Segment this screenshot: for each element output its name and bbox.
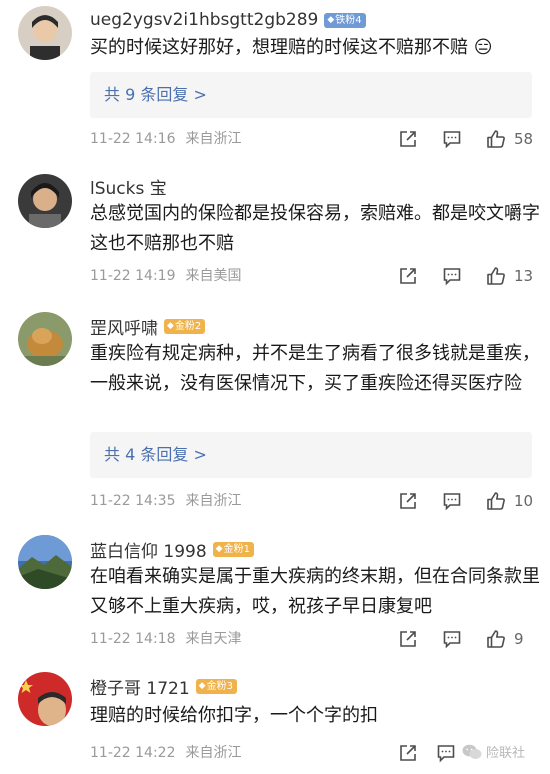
username[interactable]: lSucks 宝	[90, 174, 167, 199]
comment-time: 11-22 14:35	[90, 493, 176, 509]
comment-icon	[437, 745, 455, 763]
comment-location: 来自浙江	[185, 131, 242, 147]
like-button[interactable]: 58	[486, 128, 533, 150]
fan-badge: ◆ 铁粉4	[324, 12, 366, 28]
view-replies-link[interactable]: 共 4 条回复 >	[90, 432, 532, 478]
comment-button[interactable]	[442, 628, 462, 650]
comment-meta: 11-22 14:18 来自天津	[90, 628, 251, 650]
comment-header: lSucks 宝	[90, 173, 167, 199]
avatar[interactable]	[18, 672, 72, 726]
comment-location: 来自浙江	[185, 493, 242, 509]
fan-badge-label: 铁粉4	[335, 14, 362, 26]
view-replies-link[interactable]: 共 9 条回复 >	[90, 72, 532, 118]
thumbs-up-icon	[487, 130, 505, 148]
comment-location: 来自天津	[185, 631, 242, 647]
username[interactable]: 橙子哥 1721	[90, 674, 190, 699]
username[interactable]: 蓝白信仰 1998	[90, 537, 207, 562]
comment-icon	[443, 131, 461, 149]
comment-location: 来自美国	[185, 268, 242, 284]
share-icon	[400, 131, 416, 147]
comment-text: 理赔的时候给你扣字，一个个字的扣	[90, 705, 378, 726]
share-button[interactable]	[398, 265, 418, 287]
comment-meta: 11-22 14:22 来自浙江	[90, 742, 251, 764]
diamond-icon: ◆	[215, 543, 223, 554]
watermark-text: 险联社	[486, 746, 526, 761]
comment-button[interactable]	[442, 490, 462, 512]
comment-icon	[443, 493, 461, 511]
like-count: 58	[514, 130, 534, 148]
fan-badge-label: 金粉3	[206, 680, 233, 692]
thumbs-up-icon	[487, 630, 505, 648]
comment-time: 11-22 14:18	[90, 631, 176, 647]
avatar[interactable]	[18, 6, 72, 60]
share-button[interactable]	[398, 628, 418, 650]
comment-header: ueg2ygsv2i1hbsgtt2gb289 ◆ 铁粉4	[90, 7, 366, 33]
comment-meta: 11-22 14:19 来自美国	[90, 265, 251, 287]
thumbs-up-icon	[487, 267, 505, 285]
fan-badge: ◆ 金粉1	[212, 541, 254, 557]
share-icon	[400, 268, 416, 284]
like-button[interactable]: 13	[486, 265, 533, 287]
share-icon	[400, 493, 416, 509]
like-button[interactable]: 10	[486, 490, 533, 512]
comment-text: 买的时候这好那好，想理赔的时候这不赔那不赔 😑	[90, 37, 493, 58]
like-button[interactable]: 9	[486, 628, 524, 650]
comment-time: 11-22 14:16	[90, 131, 176, 147]
comment-text: 重疾险有规定病种，并不是生了病看了很多钱就是重疾，一般来说，没有医保情况下，买了…	[90, 343, 540, 394]
avatar[interactable]	[18, 174, 72, 228]
comment-header: 罡风呼啸 ◆ 金粉2	[90, 313, 206, 339]
comment-text: 在咱看来确实是属于重大疾病的终末期，但在合同条款里又够不上重大疾病，哎，祝孩子早…	[90, 566, 540, 617]
comment-meta: 11-22 14:35 来自浙江	[90, 490, 251, 512]
like-count: 9	[514, 630, 524, 648]
comment-location: 来自浙江	[185, 745, 242, 761]
diamond-icon: ◆	[167, 320, 174, 331]
share-button[interactable]	[398, 128, 418, 150]
like-count: 10	[514, 492, 534, 510]
comment-time: 11-22 14:19	[90, 268, 176, 284]
diamond-icon: ◆	[327, 14, 335, 25]
fan-badge: ◆ 金粉2	[164, 318, 206, 334]
comment-icon	[443, 268, 461, 286]
share-button[interactable]	[398, 490, 418, 512]
username[interactable]: ueg2ygsv2i1hbsgtt2gb289	[90, 10, 318, 30]
share-icon	[400, 745, 416, 761]
comment-text: 总感觉国内的保险都是投保容易，索赔难。都是咬文嚼字这也不赔那也不赔	[90, 203, 540, 254]
username[interactable]: 罡风呼啸	[90, 314, 158, 339]
like-count: 13	[514, 267, 534, 285]
comment-icon	[443, 631, 461, 649]
share-icon	[400, 631, 416, 647]
comment-button[interactable]	[442, 265, 462, 287]
comment-button[interactable]	[436, 742, 456, 764]
comment-button[interactable]	[442, 128, 462, 150]
comment-meta: 11-22 14:16 来自浙江	[90, 128, 251, 150]
fan-badge-label: 金粉2	[174, 320, 202, 332]
watermark: 险联社	[462, 742, 525, 761]
comment-header: 橙子哥 1721 ◆ 金粉3	[90, 673, 237, 699]
fan-badge: ◆ 金粉3	[195, 678, 237, 694]
wechat-logo-icon	[462, 744, 482, 759]
avatar[interactable]	[18, 535, 72, 589]
comment-header: 蓝白信仰 1998 ◆ 金粉1	[90, 536, 254, 562]
fan-badge-label: 金粉1	[223, 543, 250, 555]
avatar[interactable]	[18, 312, 72, 366]
thumbs-up-icon	[487, 492, 505, 510]
diamond-icon: ◆	[198, 680, 206, 691]
comment-time: 11-22 14:22	[90, 745, 176, 761]
share-button[interactable]	[398, 742, 418, 764]
